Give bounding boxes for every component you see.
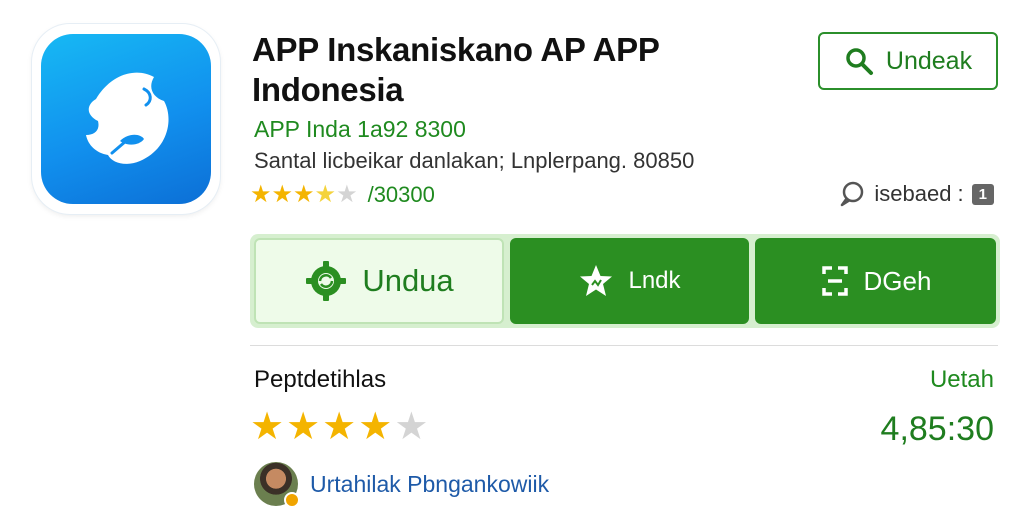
rating-summary: ★ ★ ★ ★ ★ /30300 bbox=[250, 182, 435, 208]
star-empty-icon: ★ bbox=[336, 181, 358, 208]
ratings-section-title: Peptdetihlas bbox=[254, 366, 387, 393]
divider bbox=[250, 345, 998, 346]
avatar bbox=[254, 462, 300, 508]
star-icon: ★ bbox=[250, 181, 272, 208]
dgeh-button[interactable]: DGeh bbox=[755, 238, 996, 324]
rating-count: /30300 bbox=[367, 182, 435, 207]
status-badge: 1 bbox=[971, 183, 994, 205]
developer-name[interactable]: APP Inda 1a92 8300 bbox=[254, 116, 466, 143]
dgeh-button-label: DGeh bbox=[863, 265, 932, 296]
reviewer[interactable]: Urtahilak Pbnganko​wiik bbox=[254, 462, 550, 508]
scan-icon bbox=[821, 266, 848, 296]
ratings-section-link[interactable]: Uetah bbox=[930, 366, 994, 394]
verified-badge-icon bbox=[284, 492, 300, 508]
star-icon: ★ bbox=[358, 406, 393, 448]
star-icon: ★ bbox=[250, 406, 285, 448]
app-icon bbox=[32, 24, 220, 214]
undua-button-label: Undua bbox=[362, 263, 454, 298]
star-icon: ★ bbox=[322, 406, 357, 448]
undeak-button-label: Undeak bbox=[885, 46, 973, 75]
lndk-button[interactable]: Lndk bbox=[510, 238, 749, 324]
search-icon bbox=[846, 48, 873, 75]
status-line[interactable]: isebaed : 1 bbox=[838, 180, 994, 208]
star-badge-icon bbox=[580, 265, 613, 296]
ratings-stars: ★ ★ ★ ★ ★ bbox=[250, 406, 428, 448]
reviewer-name: Urtahilak Pbnganko​wiik bbox=[310, 470, 550, 497]
star-empty-icon: ★ bbox=[394, 406, 429, 448]
lndk-button-label: Lndk bbox=[628, 267, 681, 294]
undeak-button[interactable]: Undeak bbox=[818, 32, 998, 90]
star-icon: ★ bbox=[271, 181, 294, 208]
action-row: Undua Lndk DGeh bbox=[250, 234, 1000, 328]
star-icon: ★ bbox=[286, 406, 321, 448]
app-title: APP Inskaniskano AP APP Indonesia bbox=[252, 31, 660, 108]
chat-bubble-icon bbox=[841, 181, 864, 207]
status-label: isebaed : bbox=[874, 181, 964, 206]
star-half-icon: ★ bbox=[314, 181, 337, 208]
gear-sync-icon bbox=[306, 261, 347, 301]
app-meta: Santal licbeikar danlakan; Lnplerpang. 8… bbox=[254, 148, 695, 173]
rating-score: 4,85:30 bbox=[880, 410, 994, 448]
undua-button[interactable]: Undua bbox=[254, 238, 504, 324]
app-logo-icon bbox=[86, 72, 169, 164]
star-icon: ★ bbox=[293, 181, 315, 208]
